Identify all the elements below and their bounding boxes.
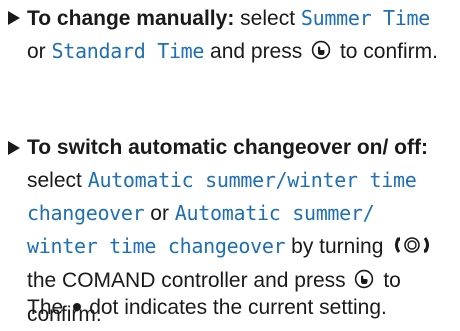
note-suffix: dot indicates the current setting.: [89, 296, 387, 319]
instruction-page: To change manually: select Summer Time o…: [0, 0, 460, 326]
step-text: to confirm.: [339, 40, 438, 63]
step-lead: To switch automatic changeover on/ off:: [27, 136, 428, 159]
controller-turn-icon: [392, 233, 432, 265]
step-text: or: [27, 40, 46, 63]
step-text: or: [150, 202, 169, 225]
selection-dot-icon: [73, 303, 82, 311]
step-text: by turning: [291, 235, 384, 258]
step-lead: To change manually:: [27, 7, 235, 30]
step-text: select: [27, 169, 82, 192]
display-option: Standard Time: [51, 39, 205, 63]
step-text: the COMAND controller and press: [27, 269, 346, 292]
note-prefix: The: [27, 296, 64, 319]
display-option: Summer Time: [300, 6, 431, 30]
controller-press-icon: [311, 38, 331, 70]
current-setting-note: The dot indicates the current setting.: [27, 292, 452, 324]
arrow-bullet-icon: [8, 11, 20, 25]
step-text: and press: [210, 40, 303, 63]
arrow-bullet-icon: [8, 141, 20, 155]
step-text: select: [240, 7, 296, 30]
step-change-manually: To change manually: select Summer Time o…: [0, 2, 452, 70]
